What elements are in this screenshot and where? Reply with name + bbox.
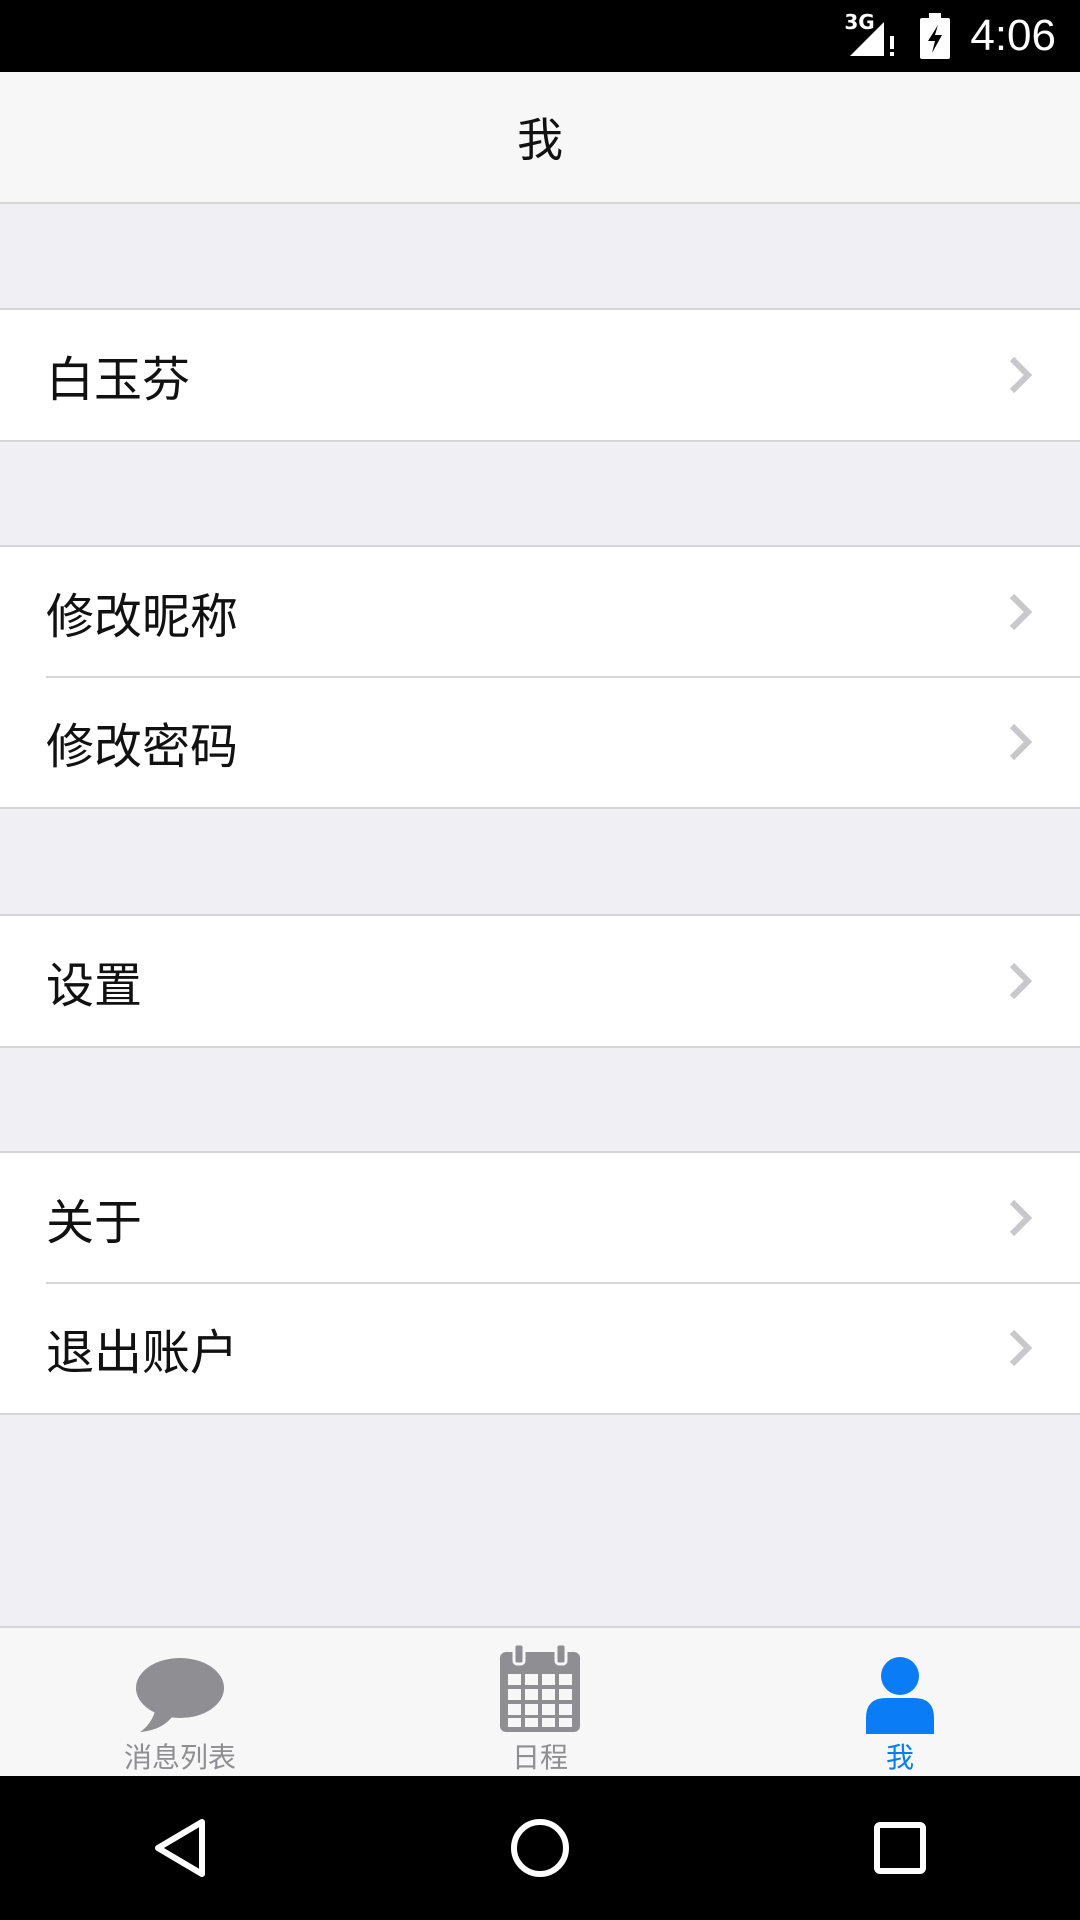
profile-group: 白玉芬: [0, 308, 1080, 442]
back-button[interactable]: [120, 1788, 240, 1908]
system-nav-bar: [0, 1776, 1080, 1920]
edit-password-label: 修改密码: [46, 719, 239, 775]
status-icons: 3G 4:06: [844, 0, 1056, 72]
tab-messages[interactable]: 消息列表: [0, 1628, 360, 1778]
about-row[interactable]: 关于: [0, 1153, 1080, 1283]
chevron-right-icon: [1009, 356, 1033, 394]
home-icon: [511, 1819, 569, 1877]
tab-schedule[interactable]: 日程: [360, 1628, 720, 1778]
chevron-right-icon: [1009, 1329, 1033, 1367]
logout-label: 退出账户: [46, 1325, 239, 1381]
home-button[interactable]: [480, 1788, 600, 1908]
profile-name-row[interactable]: 白玉芬: [0, 310, 1080, 440]
chevron-right-icon: [1009, 962, 1033, 1000]
page-header: 我: [0, 72, 1080, 204]
back-icon: [155, 1819, 205, 1877]
about-label: 关于: [46, 1195, 143, 1251]
network-type: 3G: [844, 10, 875, 34]
clock: 4:06: [970, 11, 1056, 60]
logout-row[interactable]: 退出账户: [0, 1282, 1080, 1413]
person-icon: [864, 1638, 936, 1734]
recents-icon: [874, 1822, 926, 1874]
battery-charging-icon: [920, 13, 951, 59]
chevron-right-icon: [1009, 1199, 1033, 1237]
tab-me[interactable]: 我: [720, 1628, 1080, 1778]
chat-bubble-icon: [134, 1638, 226, 1734]
edit-nickname-row[interactable]: 修改昵称: [0, 547, 1080, 677]
chevron-right-icon: [1009, 593, 1033, 631]
settings-group: 设置: [0, 914, 1080, 1048]
chevron-right-icon: [1009, 723, 1033, 761]
account-edit-group: 修改昵称 修改密码: [0, 545, 1080, 809]
status-bar: 3G 4:06: [0, 0, 1080, 72]
recents-button[interactable]: [840, 1788, 960, 1908]
profile-name-label: 白玉芬: [46, 352, 191, 408]
misc-group: 关于 退出账户: [0, 1151, 1080, 1415]
settings-label: 设置: [46, 958, 143, 1014]
page-title: 我: [517, 113, 563, 167]
tab-schedule-label: 日程: [511, 1741, 568, 1774]
settings-row[interactable]: 设置: [0, 916, 1080, 1046]
edit-password-row[interactable]: 修改密码: [0, 676, 1080, 807]
edit-nickname-label: 修改昵称: [46, 589, 239, 645]
calendar-icon: [498, 1638, 582, 1734]
tab-messages-label: 消息列表: [123, 1741, 236, 1774]
signal-icon: 3G: [844, 10, 900, 58]
tab-me-label: 我: [885, 1741, 914, 1774]
tab-bar: 消息列表 日程 我: [0, 1626, 1080, 1778]
